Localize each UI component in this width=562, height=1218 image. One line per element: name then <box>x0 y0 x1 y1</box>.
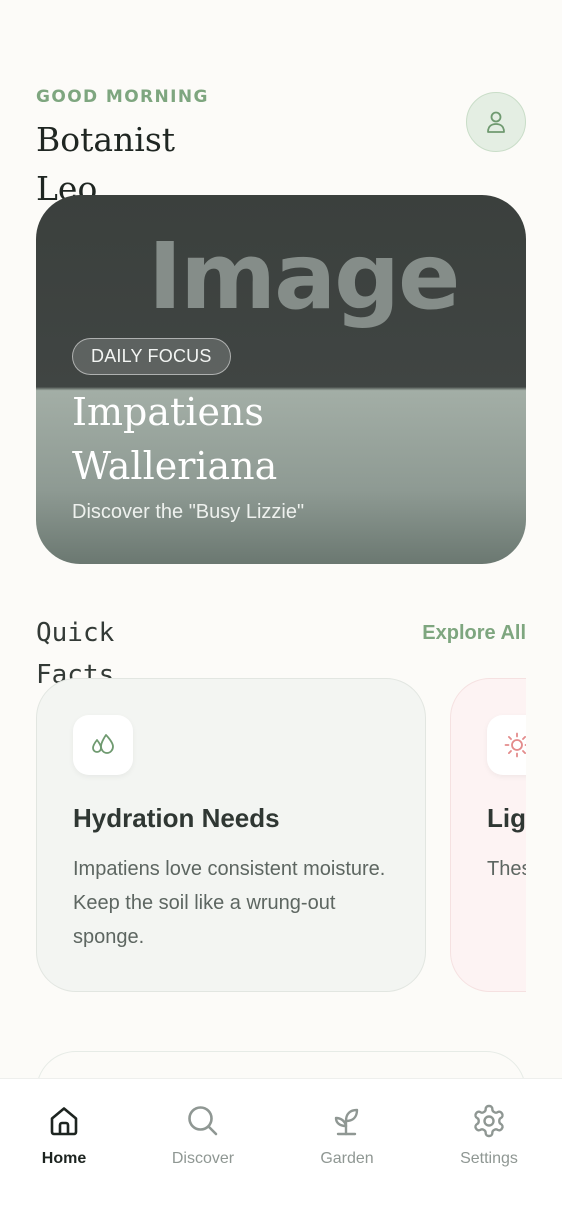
nav-item-garden[interactable]: Garden <box>292 1101 402 1168</box>
nav-label: Home <box>41 1150 87 1167</box>
fact-card-hydration[interactable]: Hydration Needs Impatiens love consisten… <box>36 678 426 992</box>
nav-label: Settings <box>460 1150 518 1167</box>
daily-focus-badge: DAILY FOCUS <box>72 338 231 375</box>
nav-label: Discover <box>171 1150 235 1167</box>
gear-icon <box>469 1101 509 1141</box>
user-icon <box>487 111 505 133</box>
fact-card-light[interactable]: Lig Thes to d wilt <box>450 678 526 992</box>
search-icon <box>183 1101 223 1141</box>
fact-card-title: Hydration Needs <box>73 803 280 833</box>
home-icon <box>44 1101 84 1141</box>
hero-image-placeholder: Image <box>148 223 460 330</box>
nav-item-discover[interactable]: Discover <box>148 1101 258 1168</box>
explore-all-link[interactable]: Explore All <box>422 622 526 645</box>
nav-label: Garden <box>320 1150 374 1167</box>
plant-name-title: Impatiens Walleriana <box>72 390 278 488</box>
plant-subtitle: Discover the "Busy Lizzie" <box>72 501 305 523</box>
nav-item-settings[interactable]: Settings <box>434 1101 544 1168</box>
fact-card-title: Lig <box>487 803 526 833</box>
water-drops-icon <box>73 715 133 775</box>
quick-facts-carousel[interactable]: Hydration Needs Impatiens love consisten… <box>36 678 526 992</box>
sprout-icon <box>327 1101 367 1141</box>
fact-card-text: Thes to d wilt <box>487 858 526 880</box>
fact-card-text: Impatiens love consistent moisture. Keep… <box>73 858 386 948</box>
daily-focus-card[interactable]: Image DAILY FOCUS Impatiens Walleriana D… <box>36 195 526 564</box>
nav-item-home[interactable]: Home <box>9 1101 119 1168</box>
bottom-nav: Home Discover Garden Settings <box>0 1078 562 1218</box>
sun-icon <box>487 715 526 775</box>
profile-avatar-button[interactable] <box>466 92 526 152</box>
greeting-label: GOOD MORNING <box>36 87 209 107</box>
